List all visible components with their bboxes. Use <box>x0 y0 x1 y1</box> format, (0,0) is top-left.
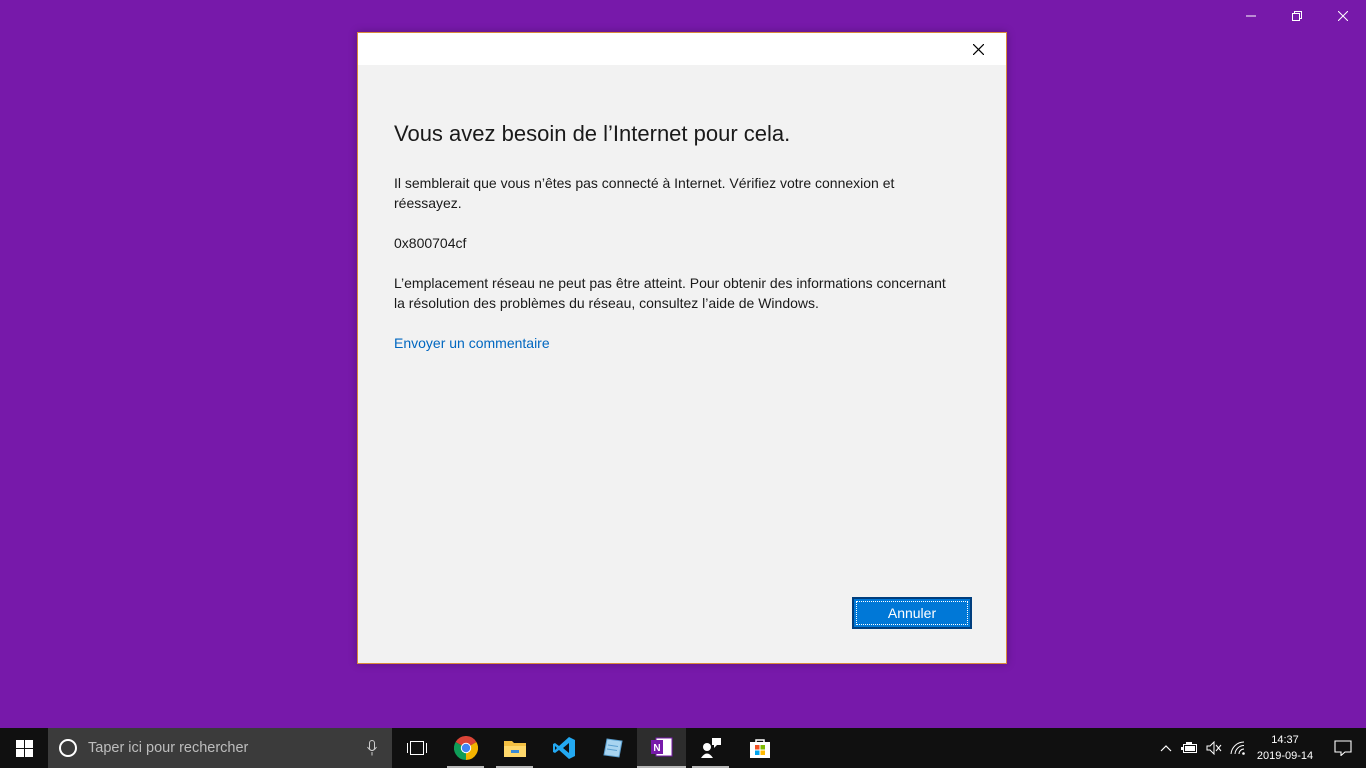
restore-button[interactable] <box>1274 0 1320 32</box>
network-message: L’emplacement réseau ne peut pas être at… <box>394 275 946 311</box>
cortana-icon <box>59 739 77 757</box>
dialog-body: Vous avez besoin de l’Internet pour cela… <box>394 121 954 353</box>
battery-icon <box>1181 742 1197 753</box>
dialog-title: Vous avez besoin de l’Internet pour cela… <box>394 121 791 146</box>
taskbar-feedback-hub[interactable] <box>686 728 735 768</box>
minimize-icon <box>1246 15 1256 17</box>
store-icon <box>749 739 770 758</box>
search-placeholder: Taper ici pour rechercher <box>88 740 249 756</box>
volume-muted-icon <box>1206 741 1222 755</box>
minimize-button[interactable] <box>1228 0 1274 32</box>
feedback-hub-icon <box>700 738 721 758</box>
show-hidden-icons-button[interactable] <box>1154 728 1178 768</box>
network-button[interactable] <box>1226 728 1250 768</box>
taskbar-search-box[interactable]: Taper ici pour rechercher <box>48 728 392 768</box>
chrome-icon <box>453 736 478 760</box>
taskbar-notepad-app[interactable] <box>588 728 637 768</box>
cancel-button[interactable]: Annuler <box>852 597 972 629</box>
folder-icon <box>503 741 526 757</box>
taskbar-file-explorer[interactable] <box>490 728 539 768</box>
connection-message: Il semblerait que vous n’êtes pas connec… <box>394 175 895 211</box>
error-dialog: Vous avez besoin de l’Internet pour cela… <box>357 32 1007 664</box>
vscode-icon <box>552 737 575 759</box>
window-controls <box>1228 0 1366 32</box>
chevron-up-icon <box>1160 745 1172 752</box>
taskbar-chrome[interactable] <box>441 728 490 768</box>
notepad-icon <box>602 738 623 758</box>
task-view-button[interactable] <box>392 728 441 768</box>
dialog-close-button[interactable] <box>956 33 1000 65</box>
close-icon <box>972 43 984 55</box>
close-icon <box>1338 11 1348 21</box>
onenote-icon: N <box>650 737 672 757</box>
wifi-icon <box>1230 741 1245 755</box>
microphone-button[interactable] <box>352 728 392 768</box>
taskbar-onenote[interactable]: N <box>637 728 686 768</box>
taskbar: Taper ici pour rechercher N 14:37 2019-0… <box>0 728 1366 768</box>
error-code: 0x800704cf <box>394 235 467 251</box>
start-button[interactable] <box>0 728 48 768</box>
dialog-titlebar <box>358 33 1006 65</box>
taskbar-clock[interactable]: 14:37 2019-09-14 <box>1250 728 1320 768</box>
close-button[interactable] <box>1320 0 1366 32</box>
restore-icon <box>1292 11 1302 21</box>
taskbar-microsoft-store[interactable] <box>735 728 784 768</box>
taskbar-vscode[interactable] <box>539 728 588 768</box>
svg-text:N: N <box>653 743 660 754</box>
battery-button[interactable] <box>1178 728 1202 768</box>
system-tray: 14:37 2019-09-14 <box>1154 728 1366 768</box>
send-feedback-link[interactable]: Envoyer un commentaire <box>394 333 954 353</box>
microphone-icon <box>367 740 377 756</box>
clock-date: 2019-09-14 <box>1256 750 1314 762</box>
windows-logo-icon <box>15 739 33 757</box>
volume-button[interactable] <box>1202 728 1226 768</box>
task-view-icon <box>406 741 427 755</box>
action-center-button[interactable] <box>1320 728 1366 768</box>
clock-time: 14:37 <box>1271 734 1299 746</box>
notification-icon <box>1334 740 1352 756</box>
